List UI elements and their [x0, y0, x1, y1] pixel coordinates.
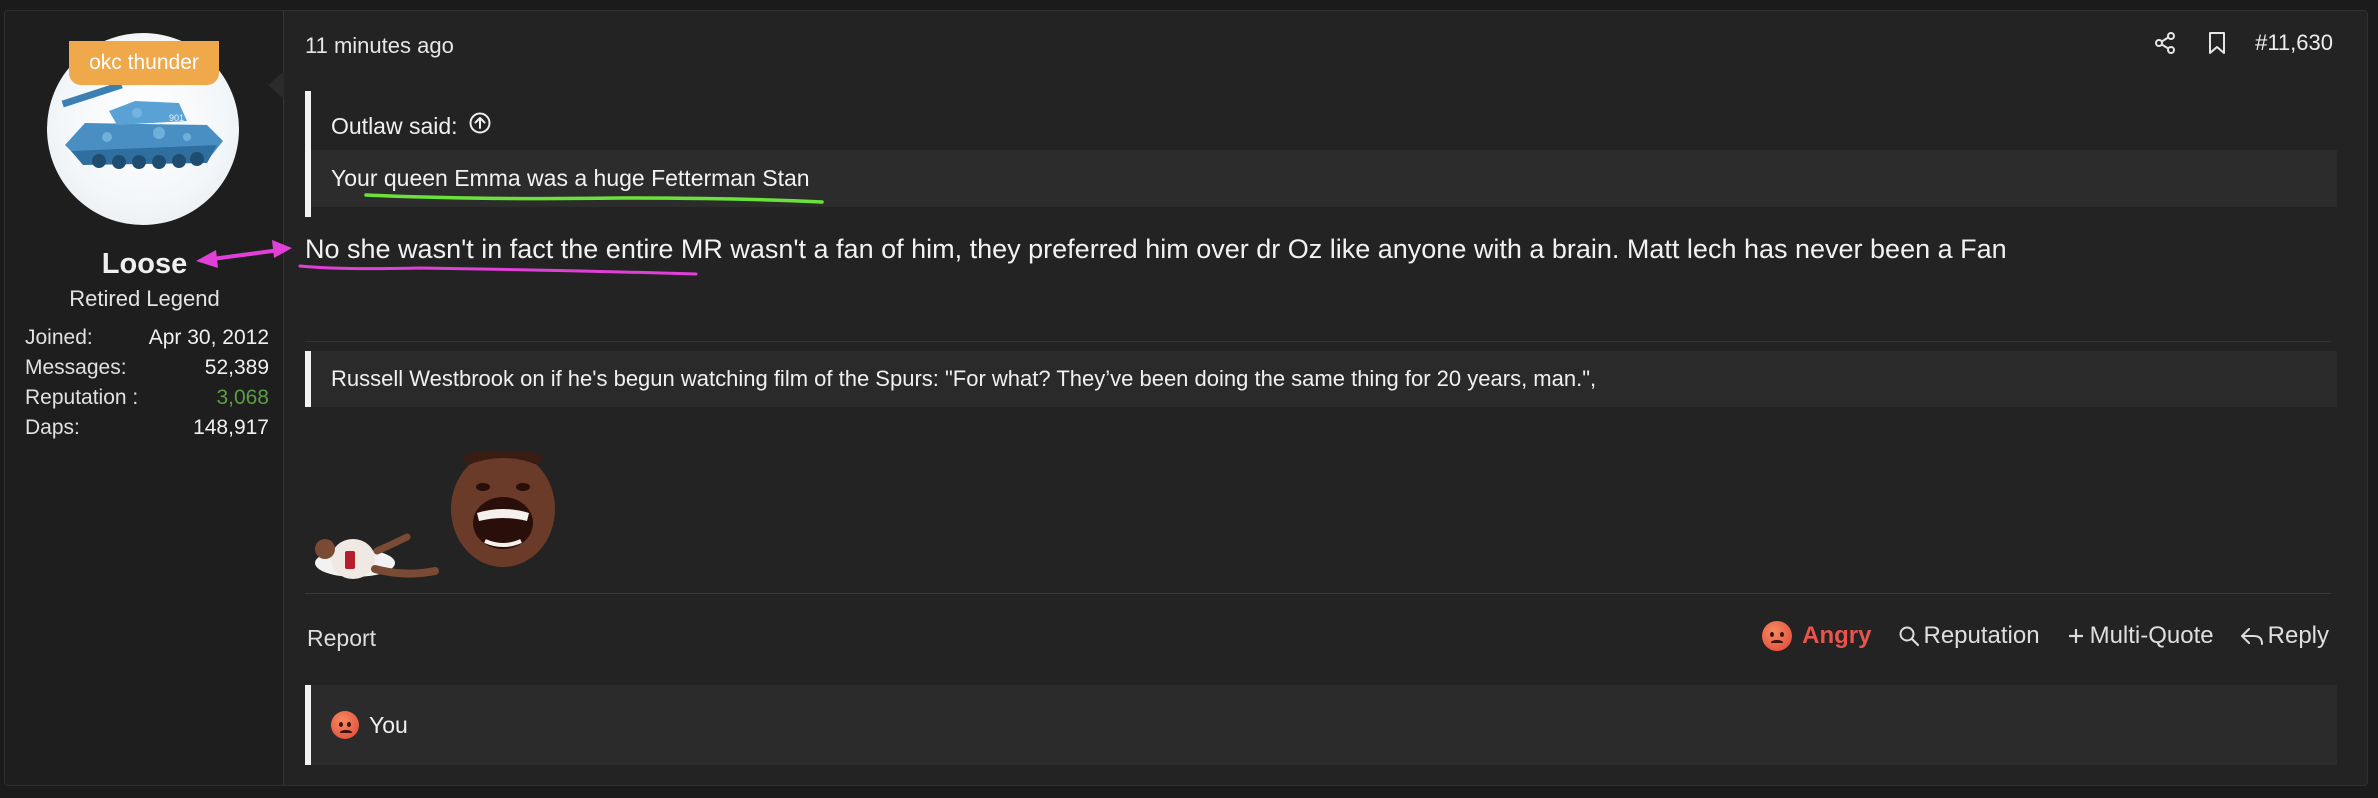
jersey-number: 1: [345, 554, 354, 571]
reactions-users[interactable]: You: [369, 712, 408, 739]
avatar-team-badge: okc thunder: [69, 41, 219, 85]
reply-label: Reply: [2267, 622, 2329, 649]
stat-reputation: Reputation : 3,068: [25, 383, 269, 413]
reply-icon: [2240, 628, 2263, 645]
angry-emoji-icon: [1762, 621, 1793, 651]
post-top-actions: #11,630: [2151, 29, 2333, 57]
multi-quote-button[interactable]: Multi-Quote: [2066, 622, 2214, 650]
user-title: Retired Legend: [69, 286, 220, 311]
forum-post: 901 okc thunder Loose Retired Legend Joi…: [4, 10, 2368, 786]
quote-block: Outlaw said: Your queen Emma was a huge …: [305, 91, 2337, 217]
plus-icon: [2068, 629, 2083, 643]
signature-divider: [305, 341, 2331, 342]
bookmark-icon[interactable]: [2203, 29, 2231, 57]
quote-text: Your queen Emma was a huge Fetterman Sta…: [311, 150, 2337, 207]
jump-to-quote-icon[interactable]: [468, 111, 492, 141]
share-icon[interactable]: [2151, 29, 2179, 57]
username[interactable]: Loose: [5, 248, 284, 281]
search-icon: [1899, 626, 1919, 647]
stat-value[interactable]: 52,389: [205, 353, 269, 383]
reactions-bar[interactable]: You: [305, 685, 2337, 765]
message-arrow: [268, 71, 284, 99]
stat-label: Joined:: [25, 326, 93, 349]
falling-player-image: 1: [315, 533, 439, 579]
footer-divider: [305, 593, 2331, 594]
post-main: 11 minutes ago #11,630 Outlaw said: Your…: [285, 11, 2367, 785]
report-link[interactable]: Report: [307, 625, 376, 652]
user-stats: Joined: Apr 30, 2012 Messages: 52,389 Re…: [25, 323, 269, 443]
stat-value: 3,068: [216, 386, 269, 409]
post-number-link[interactable]: #11,630: [2255, 30, 2333, 56]
stat-messages: Messages: 52,389: [25, 353, 269, 383]
post-timestamp[interactable]: 11 minutes ago: [305, 33, 454, 59]
reaction-label: Angry: [1802, 622, 1872, 649]
angry-emoji-icon: [331, 711, 359, 739]
reputation-label: Reputation: [1923, 622, 2040, 649]
stat-label: Reputation :: [25, 386, 139, 409]
stat-value: Apr 30, 2012: [148, 326, 269, 349]
stat-daps: Daps: 148,917: [25, 413, 269, 443]
signature: Russell Westbrook on if he's begun watch…: [305, 351, 2337, 407]
post-message: No she wasn't in fact the entire MR wasn…: [305, 234, 2007, 264]
svg-text:901: 901: [169, 113, 184, 123]
laughing-face-image: [451, 448, 555, 567]
post-footer-actions: Angry Reputation Multi-Quote Reply: [1762, 621, 2329, 651]
user-sidebar: 901 okc thunder Loose Retired Legend Joi…: [5, 11, 284, 785]
reply-button[interactable]: Reply: [2240, 622, 2329, 650]
reputation-button[interactable]: Reputation: [1898, 622, 2040, 650]
reaction-button[interactable]: Angry: [1762, 621, 1872, 651]
stat-label: Daps:: [25, 416, 80, 439]
signature-image: 1: [305, 448, 605, 596]
quote-author[interactable]: Outlaw said:: [331, 113, 458, 140]
stat-value: 148,917: [193, 416, 269, 439]
stat-label: Messages:: [25, 356, 127, 379]
multi-quote-label: Multi-Quote: [2089, 622, 2214, 649]
stat-joined: Joined: Apr 30, 2012: [25, 323, 269, 353]
quote-attribution: Outlaw said:: [331, 111, 492, 141]
